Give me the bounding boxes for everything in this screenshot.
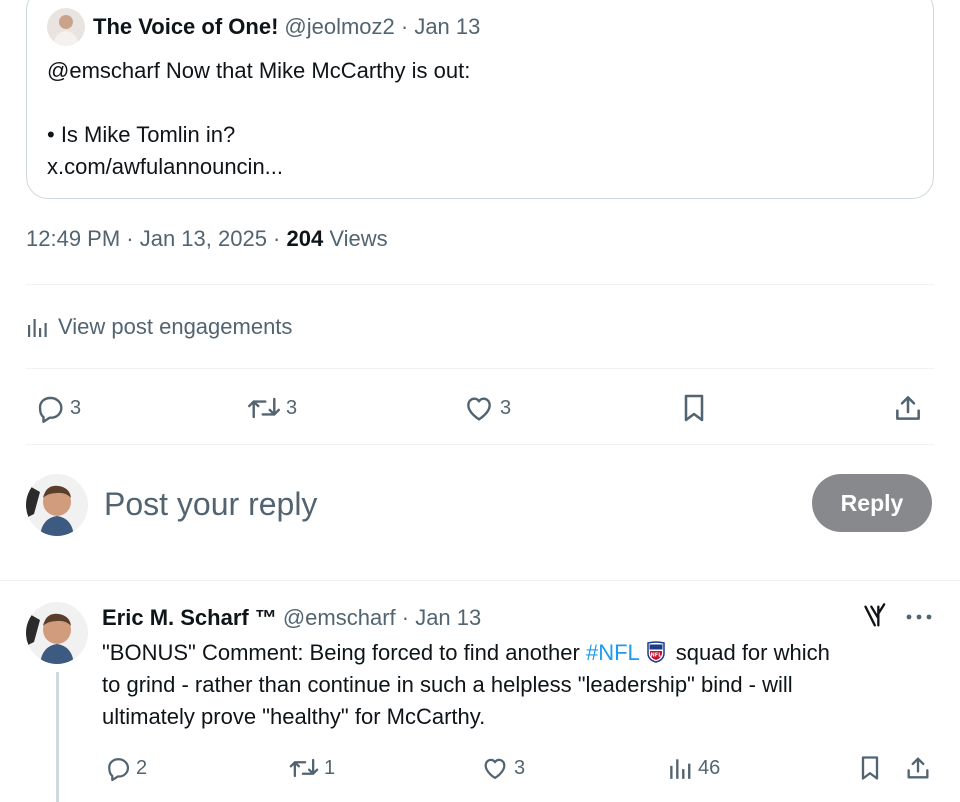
bookmark-icon bbox=[684, 394, 704, 422]
comment-author-name[interactable]: Eric M. Scharf ™ bbox=[102, 605, 277, 631]
analytics-icon bbox=[670, 759, 691, 779]
quoted-author-name[interactable]: The Voice of One! bbox=[93, 14, 278, 40]
quoted-post-card[interactable]: The Voice of One! @jeolmoz2 · Jan 13 @em… bbox=[26, 0, 934, 199]
comment-like-button[interactable]: 3 bbox=[480, 754, 525, 782]
comment-author-handle-date[interactable]: @emscharf · Jan 13 bbox=[283, 605, 481, 631]
like-button[interactable]: 3 bbox=[462, 392, 511, 424]
post-views-count: 204 bbox=[286, 226, 324, 251]
comment-views-button[interactable]: 46 bbox=[668, 754, 720, 782]
comment-author-avatar[interactable] bbox=[26, 602, 88, 664]
bookmark-button[interactable] bbox=[678, 391, 710, 425]
repost-icon bbox=[289, 758, 319, 778]
user-avatar[interactable] bbox=[26, 474, 88, 536]
divider bbox=[0, 580, 960, 581]
comment-line: "BONUS" Comment: Being forced to find an… bbox=[102, 637, 932, 669]
share-button[interactable] bbox=[892, 391, 924, 425]
post-timestamp[interactable]: 12:49 PM · Jan 13, 2025 · bbox=[26, 226, 287, 251]
quoted-post-link[interactable]: x.com/awfulannouncin... bbox=[47, 151, 470, 183]
like-count: 3 bbox=[500, 396, 512, 419]
reply-button[interactable]: 3 bbox=[34, 392, 81, 424]
comment-header: Eric M. Scharf ™ @emscharf · Jan 13 bbox=[102, 602, 481, 634]
comment-text: "BONUS" Comment: Being forced to find an… bbox=[102, 637, 932, 733]
reply-icon bbox=[38, 396, 63, 423]
comment-line: ultimately prove "healthy" for McCarthy. bbox=[102, 704, 486, 729]
view-engagements-link[interactable]: View post engagements bbox=[26, 310, 292, 344]
post-meta: 12:49 PM · Jan 13, 2025 · 204 Views bbox=[26, 226, 388, 252]
thread-line bbox=[56, 672, 59, 802]
analytics-icon bbox=[28, 319, 47, 337]
divider bbox=[26, 284, 934, 285]
quoted-post-line: @emscharf Now that Mike McCarthy is out: bbox=[47, 58, 471, 83]
divider bbox=[26, 444, 934, 445]
comment-repost-count: 1 bbox=[324, 756, 336, 779]
nfl-shield-icon: NFL bbox=[646, 640, 666, 672]
grok-icon[interactable] bbox=[862, 602, 890, 635]
reply-input[interactable] bbox=[104, 480, 794, 528]
heart-icon bbox=[467, 397, 491, 421]
reply-count: 3 bbox=[70, 396, 82, 419]
comment-reply-button[interactable]: 2 bbox=[104, 754, 147, 782]
more-icon[interactable] bbox=[904, 605, 934, 634]
reply-submit-button[interactable]: Reply bbox=[812, 474, 932, 532]
repost-button[interactable]: 3 bbox=[246, 392, 297, 424]
quoted-author-avatar[interactable] bbox=[47, 8, 85, 46]
post-views-label: Views bbox=[323, 226, 388, 251]
comment-repost-button[interactable]: 1 bbox=[288, 754, 335, 782]
comment-text-end: squad for which bbox=[675, 640, 830, 665]
view-engagements-label: View post engagements bbox=[58, 314, 293, 339]
comment-reply-count: 2 bbox=[136, 756, 148, 779]
divider bbox=[26, 368, 934, 369]
hashtag-link[interactable]: #NFL bbox=[586, 640, 640, 665]
quoted-post-line: • Is Mike Tomlin in? bbox=[47, 122, 236, 147]
comment-like-count: 3 bbox=[514, 756, 526, 779]
comment-line: to grind - rather than continue in such … bbox=[102, 672, 793, 697]
comment-views-count: 46 bbox=[698, 756, 721, 779]
reply-icon bbox=[108, 758, 130, 782]
share-icon bbox=[907, 757, 929, 779]
bookmark-icon bbox=[861, 756, 879, 780]
quoted-post-line bbox=[47, 87, 470, 119]
comment-bookmark-button[interactable] bbox=[856, 753, 884, 783]
quoted-post-header: The Voice of One! @jeolmoz2 · Jan 13 bbox=[47, 7, 480, 47]
comment-share-button[interactable] bbox=[904, 753, 932, 783]
svg-text:NFL: NFL bbox=[650, 653, 662, 659]
quoted-author-handle-date[interactable]: @jeolmoz2 · Jan 13 bbox=[284, 14, 480, 40]
quoted-post-text: @emscharf Now that Mike McCarthy is out:… bbox=[47, 55, 470, 183]
repost-count: 3 bbox=[286, 396, 298, 419]
comment-text-start: "BONUS" Comment: Being forced to find an… bbox=[102, 640, 586, 665]
share-icon bbox=[896, 396, 920, 420]
heart-icon bbox=[484, 758, 506, 780]
repost-icon bbox=[247, 397, 281, 419]
